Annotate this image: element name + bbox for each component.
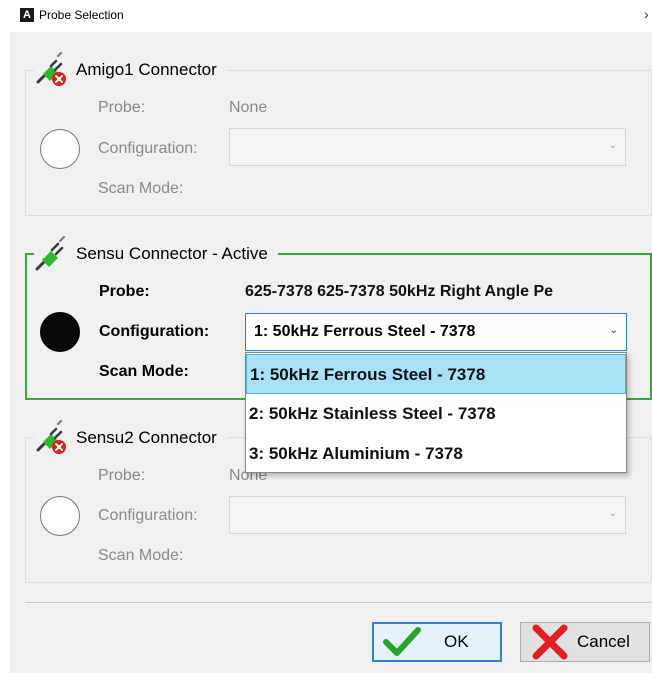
connector-radio-amigo1[interactable] [40,129,80,169]
configuration-label: Configuration: [98,507,198,524]
cancel-button[interactable]: Cancel [520,622,650,662]
probe-value: None [229,99,268,116]
chevron-right-icon[interactable]: › [644,6,649,22]
chevron-down-icon: ⌄ [608,508,617,519]
scan-mode-label: Scan Mode: [98,547,184,564]
title-bar: A Probe Selection › [0,0,652,30]
configuration-option[interactable]: 3: 50kHz Aluminium - 7378 [246,434,626,474]
connector-radio-sensu2[interactable] [40,496,80,536]
close-icon [531,624,569,660]
app-logo-icon: A [20,8,34,22]
probe-label: Probe: [98,99,146,116]
configuration-label: Configuration: [98,140,198,157]
window-title: Probe Selection [39,8,124,22]
scan-mode-label: Scan Mode: [98,180,184,197]
connector-header-sensu: Sensu Connector - Active [34,236,278,272]
plug-disconnected-icon [34,52,70,88]
probe-label: Probe: [99,283,150,300]
connector-title: Sensu2 Connector [76,428,217,447]
cancel-button-label: Cancel [577,632,630,651]
connector-title: Amigo1 Connector [76,60,217,79]
configuration-options-list: 1: 50kHz Ferrous Steel - 7378 2: 50kHz S… [245,352,627,473]
configuration-selected-value: 1: 50kHz Ferrous Steel - 7378 [254,323,476,340]
configuration-option[interactable]: 1: 50kHz Ferrous Steel - 7378 [246,354,626,394]
ok-button[interactable]: OK [372,622,502,662]
chevron-down-icon: ⌄ [608,140,617,151]
plug-connected-icon [34,236,70,272]
probe-label: Probe: [98,467,146,484]
connector-title: Sensu Connector - Active [76,244,268,263]
footer-divider [25,602,652,603]
configuration-dropdown-sensu2[interactable]: ⌄ [229,496,626,534]
scan-mode-label: Scan Mode: [99,363,189,380]
configuration-option[interactable]: 2: 50kHz Stainless Steel - 7378 [246,394,626,434]
plug-disconnected-icon [34,420,70,456]
probe-value: 625-7378 625-7378 50kHz Right Angle Pe [245,283,554,300]
configuration-label: Configuration: [99,323,210,340]
configuration-dropdown-amigo1[interactable]: ⌄ [229,128,626,166]
connector-radio-sensu[interactable] [40,312,80,352]
checkmark-icon [382,625,422,659]
chevron-down-icon: ⌄ [609,325,618,336]
ok-button-label: OK [444,632,469,651]
connector-header-amigo1: Amigo1 Connector [34,52,227,88]
connector-header-sensu2: Sensu2 Connector [34,420,227,456]
configuration-dropdown-sensu[interactable]: 1: 50kHz Ferrous Steel - 7378 ⌄ [245,313,627,351]
